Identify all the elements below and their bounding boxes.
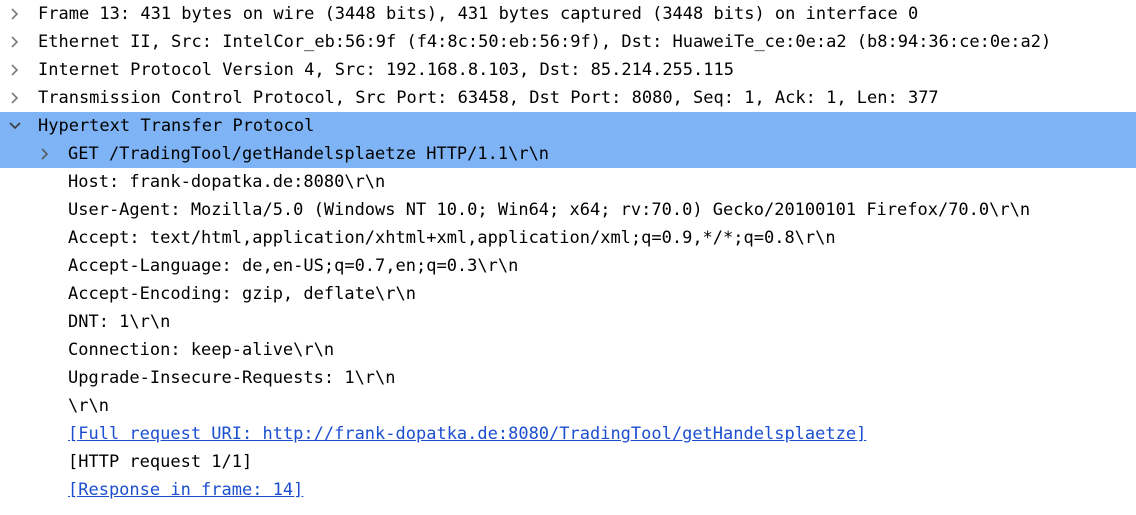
tree-item-crlf[interactable]: \r\n xyxy=(0,392,1136,420)
tree-item-dnt[interactable]: DNT: 1\r\n xyxy=(0,308,1136,336)
tree-item-accept[interactable]: Accept: text/html,application/xhtml+xml,… xyxy=(0,224,1136,252)
tree-item-label: Accept-Encoding: gzip, deflate\r\n xyxy=(68,284,416,304)
tree-item-user-agent[interactable]: User-Agent: Mozilla/5.0 (Windows NT 10.0… xyxy=(0,196,1136,224)
tree-item-label: GET /TradingTool/getHandelsplaetze HTTP/… xyxy=(68,144,550,164)
tree-item-connection[interactable]: Connection: keep-alive\r\n xyxy=(0,336,1136,364)
tree-item-host[interactable]: Host: frank-dopatka.de:8080\r\n xyxy=(0,168,1136,196)
chevron-right-icon[interactable] xyxy=(30,140,60,168)
full-request-uri-link[interactable]: [Full request URI: http://frank-dopatka.… xyxy=(68,420,866,448)
tree-item-label: Hypertext Transfer Protocol xyxy=(38,116,315,136)
tree-item-ethernet[interactable]: Ethernet II, Src: IntelCor_eb:56:9f (f4:… xyxy=(0,28,1136,56)
tree-item-accept-encoding[interactable]: Accept-Encoding: gzip, deflate\r\n xyxy=(0,280,1136,308)
tree-item-http[interactable]: Hypertext Transfer Protocol xyxy=(0,112,1136,140)
packet-details-tree: Frame 13: 431 bytes on wire (3448 bits),… xyxy=(0,0,1136,515)
tree-item-label: Host: frank-dopatka.de:8080\r\n xyxy=(68,172,386,192)
tree-item-label: DNT: 1\r\n xyxy=(68,312,171,332)
response-in-frame-link[interactable]: [Response in frame: 14] xyxy=(68,476,303,504)
tree-item-label: Frame 13: 431 bytes on wire (3448 bits),… xyxy=(38,4,919,24)
tree-item-ip[interactable]: Internet Protocol Version 4, Src: 192.16… xyxy=(0,56,1136,84)
chevron-down-icon[interactable] xyxy=(0,112,30,140)
chevron-right-icon[interactable] xyxy=(0,0,30,28)
tree-item-label: User-Agent: Mozilla/5.0 (Windows NT 10.0… xyxy=(68,200,1031,220)
tree-item-label: Upgrade-Insecure-Requests: 1\r\n xyxy=(68,368,396,388)
tree-item-response-in-frame[interactable]: [Response in frame: 14] xyxy=(0,476,1136,504)
tree-item-accept-language[interactable]: Accept-Language: de,en-US;q=0.7,en;q=0.3… xyxy=(0,252,1136,280)
tree-item-frame[interactable]: Frame 13: 431 bytes on wire (3448 bits),… xyxy=(0,0,1136,28)
tree-item-label: [HTTP request 1/1] xyxy=(68,452,253,472)
tree-item-http-request-count[interactable]: [HTTP request 1/1] xyxy=(0,448,1136,476)
tree-item-label: Internet Protocol Version 4, Src: 192.16… xyxy=(38,60,734,80)
chevron-right-icon[interactable] xyxy=(0,84,30,112)
tree-item-label: \r\n xyxy=(68,396,109,416)
chevron-right-icon[interactable] xyxy=(0,28,30,56)
tree-item-label: Connection: keep-alive\r\n xyxy=(68,340,335,360)
chevron-right-icon[interactable] xyxy=(0,56,30,84)
tree-item-label: Ethernet II, Src: IntelCor_eb:56:9f (f4:… xyxy=(38,32,1052,52)
tree-item-tcp[interactable]: Transmission Control Protocol, Src Port:… xyxy=(0,84,1136,112)
tree-item-label: Accept-Language: de,en-US;q=0.7,en;q=0.3… xyxy=(68,256,519,276)
tree-item-request-line[interactable]: GET /TradingTool/getHandelsplaetze HTTP/… xyxy=(0,140,1136,168)
tree-item-label: Accept: text/html,application/xhtml+xml,… xyxy=(68,228,836,248)
tree-item-label: Transmission Control Protocol, Src Port:… xyxy=(38,88,939,108)
tree-item-full-request-uri[interactable]: [Full request URI: http://frank-dopatka.… xyxy=(0,420,1136,448)
tree-item-upgrade-insecure-requests[interactable]: Upgrade-Insecure-Requests: 1\r\n xyxy=(0,364,1136,392)
